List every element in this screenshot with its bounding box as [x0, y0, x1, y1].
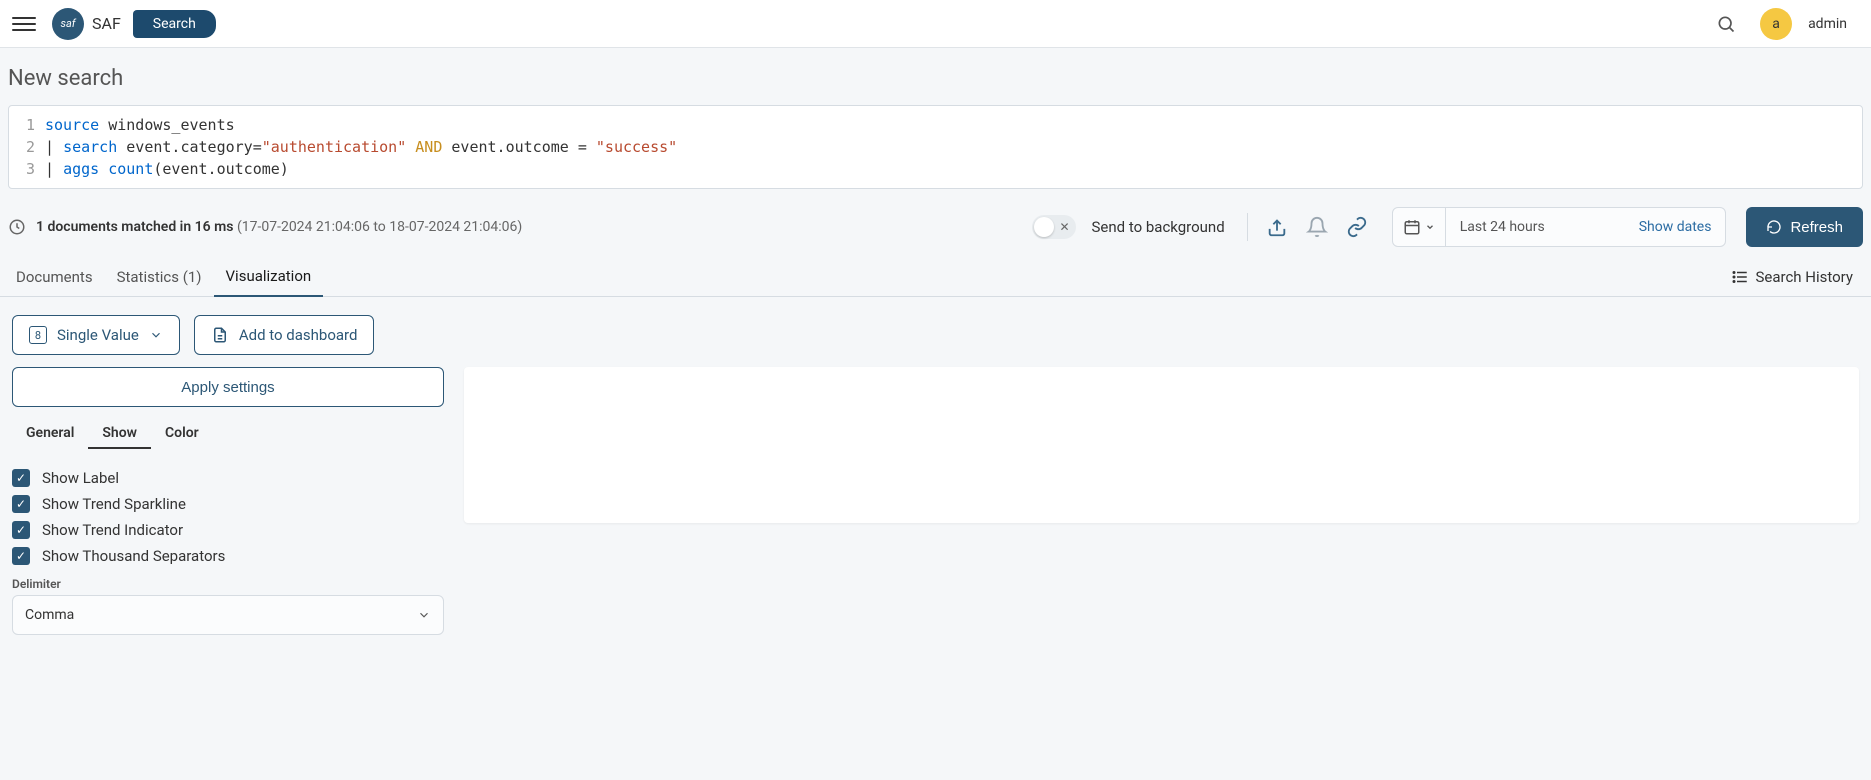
background-label: Send to background	[1092, 218, 1225, 236]
apply-settings-button[interactable]: Apply settings	[12, 367, 444, 407]
hamburger-menu[interactable]	[12, 12, 36, 36]
status-text: 1 documents matched in 16 ms (17-07-2024…	[36, 219, 522, 235]
add-to-dashboard-button[interactable]: Add to dashboard	[194, 315, 375, 355]
checkbox-show-thousand[interactable]: ✓	[12, 547, 30, 565]
checkbox-label: Show Trend Sparkline	[42, 495, 186, 513]
time-picker: Last 24 hours Show dates	[1392, 207, 1727, 247]
controls-row: 8 Single Value Add to dashboard	[0, 297, 1871, 367]
chevron-down-icon	[149, 328, 163, 342]
code-line-1: source windows_events	[45, 116, 235, 134]
code-line-3: | aggs count(event.outcome)	[45, 160, 289, 178]
visualization-canvas-wrapper	[464, 367, 1859, 523]
tab-visualization[interactable]: Visualization	[214, 257, 324, 297]
checkbox-row-sparkline: ✓ Show Trend Sparkline	[12, 491, 444, 517]
link-icon[interactable]	[1342, 212, 1372, 242]
search-nav-pill[interactable]: Search	[133, 10, 216, 38]
line-number: 2	[9, 138, 45, 156]
tab-statistics[interactable]: Statistics (1)	[105, 258, 214, 296]
app-logo[interactable]: saf	[52, 8, 84, 40]
settings-panel: Apply settings General Show Color ✓ Show…	[12, 367, 444, 635]
refresh-button[interactable]: Refresh	[1746, 207, 1863, 247]
settings-area: Apply settings General Show Color ✓ Show…	[0, 367, 1871, 655]
delimiter-value: Comma	[25, 607, 74, 623]
chevron-down-icon	[417, 608, 431, 622]
calendar-icon	[1403, 218, 1421, 236]
document-icon	[211, 326, 229, 344]
subtab-show[interactable]: Show	[88, 419, 151, 449]
clock-icon	[8, 218, 26, 236]
delimiter-label: Delimiter	[12, 577, 444, 591]
checkbox-row-show-label: ✓ Show Label	[12, 465, 444, 491]
query-editor[interactable]: 1 source windows_events 2 | search event…	[8, 105, 1863, 189]
viz-type-label: Single Value	[57, 326, 139, 344]
calendar-dropdown[interactable]	[1393, 208, 1446, 246]
username-label[interactable]: admin	[1808, 16, 1847, 32]
avatar[interactable]: a	[1760, 8, 1792, 40]
checkbox-show-indicator[interactable]: ✓	[12, 521, 30, 539]
visualization-canvas	[464, 367, 1859, 523]
checkbox-label: Show Label	[42, 469, 119, 487]
line-number: 1	[9, 116, 45, 134]
chevron-down-icon	[1425, 222, 1435, 232]
checkbox-label: Show Thousand Separators	[42, 547, 225, 565]
brand-label: SAF	[92, 14, 121, 33]
list-icon	[1731, 268, 1749, 286]
add-to-dashboard-label: Add to dashboard	[239, 326, 358, 344]
code-line-2: | search event.category="authentication"…	[45, 138, 677, 156]
checkbox-label: Show Trend Indicator	[42, 521, 183, 539]
bell-icon[interactable]	[1302, 212, 1332, 242]
status-row: 1 documents matched in 16 ms (17-07-2024…	[0, 189, 1871, 257]
settings-subtabs: General Show Color	[12, 419, 444, 449]
tabs-row: Documents Statistics (1) Visualization S…	[0, 257, 1871, 297]
refresh-icon	[1766, 219, 1782, 235]
search-history-link[interactable]: Search History	[1717, 258, 1867, 296]
line-number: 3	[9, 160, 45, 178]
viz-type-dropdown[interactable]: 8 Single Value	[12, 315, 180, 355]
close-icon: ✕	[1059, 220, 1069, 234]
checkbox-show-label[interactable]: ✓	[12, 469, 30, 487]
show-dates-link[interactable]: Show dates	[1625, 219, 1726, 235]
page-title: New search	[0, 48, 1871, 105]
checkbox-row-thousand: ✓ Show Thousand Separators	[12, 543, 444, 569]
tab-documents[interactable]: Documents	[4, 258, 105, 296]
subtab-general[interactable]: General	[12, 419, 88, 449]
divider	[1247, 213, 1248, 241]
export-icon[interactable]	[1262, 212, 1292, 242]
delimiter-select[interactable]: Comma	[12, 595, 444, 635]
viz-type-badge: 8	[29, 326, 47, 344]
search-icon[interactable]	[1716, 14, 1736, 34]
topbar: saf SAF Search a admin	[0, 0, 1871, 48]
checkbox-show-sparkline[interactable]: ✓	[12, 495, 30, 513]
subtab-color[interactable]: Color	[151, 419, 213, 449]
background-toggle[interactable]: ✕	[1032, 215, 1076, 239]
checkbox-row-indicator: ✓ Show Trend Indicator	[12, 517, 444, 543]
time-range-text[interactable]: Last 24 hours	[1446, 219, 1625, 235]
